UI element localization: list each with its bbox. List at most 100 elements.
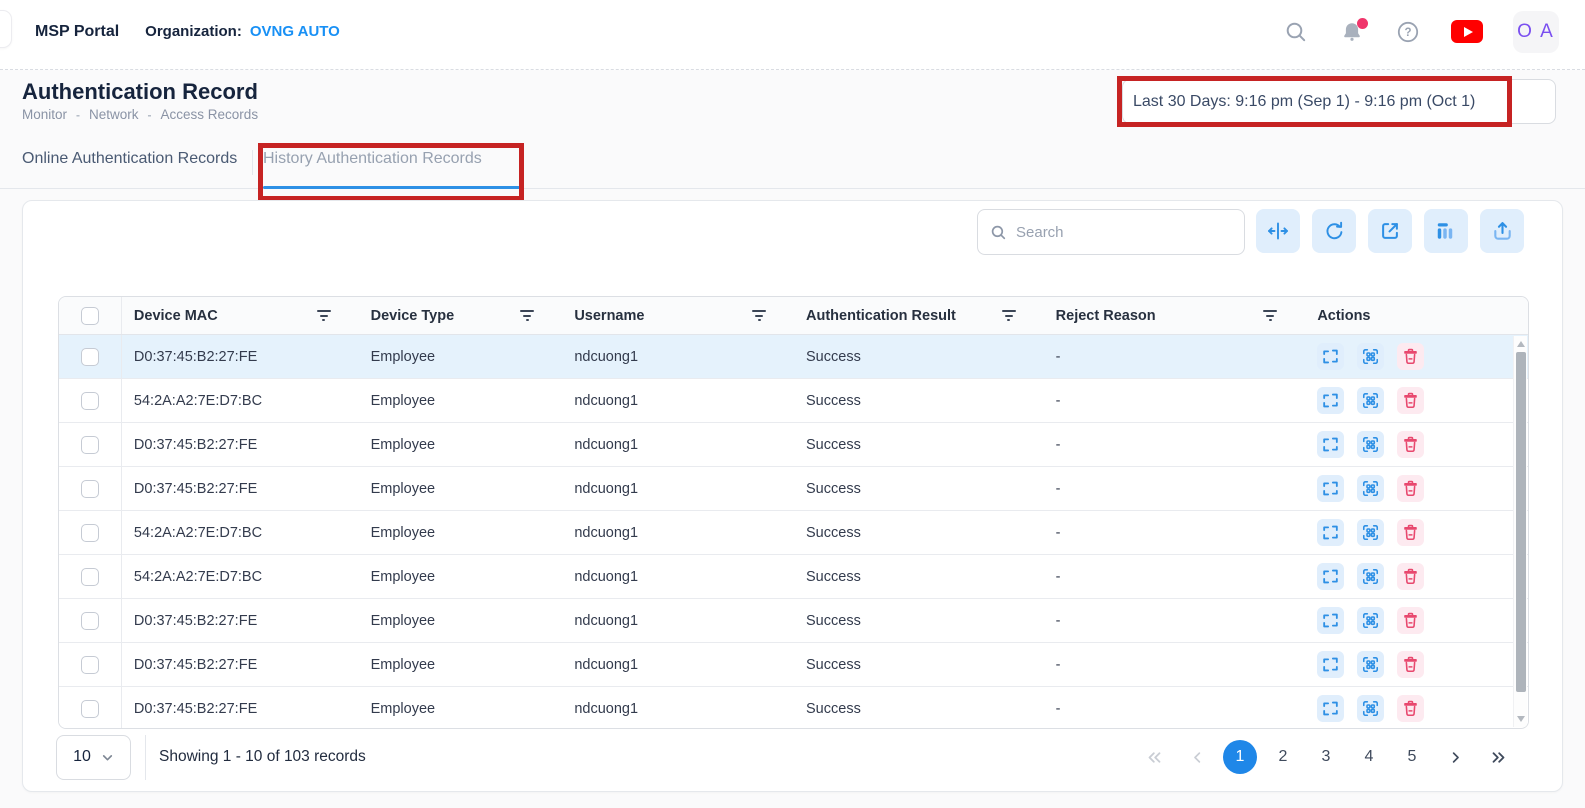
fullscreen-button[interactable] — [1317, 651, 1344, 678]
column-filter-icon[interactable] — [752, 310, 766, 321]
qr-details-button[interactable] — [1357, 431, 1384, 458]
cell-device-mac: D0:37:45:B2:27:FE — [122, 657, 359, 673]
first-page-button[interactable] — [1137, 740, 1171, 774]
row-checkbox[interactable] — [81, 348, 99, 366]
fullscreen-button[interactable] — [1317, 431, 1344, 458]
cell-username: ndcuong1 — [562, 437, 794, 453]
column-filter-icon[interactable] — [1263, 310, 1277, 321]
qr-details-button[interactable] — [1357, 563, 1384, 590]
cell-authentication-result: Success — [794, 393, 1044, 409]
notification-badge — [1357, 18, 1368, 29]
fullscreen-button[interactable] — [1317, 519, 1344, 546]
next-page-button[interactable] — [1438, 740, 1472, 774]
row-checkbox[interactable] — [81, 656, 99, 674]
last-page-button[interactable] — [1481, 740, 1515, 774]
delete-button[interactable] — [1397, 607, 1424, 634]
fullscreen-button[interactable] — [1317, 343, 1344, 370]
fullscreen-button[interactable] — [1317, 475, 1344, 502]
cell-actions — [1305, 519, 1528, 546]
tabbar-divider — [0, 188, 1585, 189]
row-checkbox[interactable] — [81, 436, 99, 454]
breadcrumb-access-records[interactable]: Access Records — [161, 107, 259, 122]
cell-actions — [1305, 387, 1528, 414]
delete-button[interactable] — [1397, 431, 1424, 458]
qr-details-button[interactable] — [1357, 475, 1384, 502]
qr-details-button[interactable] — [1357, 607, 1384, 634]
search-input-icon — [990, 224, 1007, 241]
authentication-records-table: Device MAC Device Type Username Authenti… — [58, 296, 1529, 729]
page-number-button[interactable]: 4 — [1352, 740, 1386, 774]
fullscreen-button[interactable] — [1317, 607, 1344, 634]
refresh-button[interactable] — [1312, 209, 1356, 253]
select-all-checkbox[interactable] — [81, 307, 99, 325]
qr-details-button[interactable] — [1357, 343, 1384, 370]
column-filter-icon[interactable] — [317, 310, 331, 321]
column-header: Reject Reason — [1044, 308, 1306, 324]
table-scrollbar[interactable] — [1513, 336, 1527, 727]
organization-value[interactable]: OVNG AUTO — [250, 23, 340, 40]
row-checkbox[interactable] — [81, 612, 99, 630]
row-checkbox[interactable] — [81, 524, 99, 542]
row-checkbox[interactable] — [81, 568, 99, 586]
scrollbar-thumb[interactable] — [1516, 352, 1526, 692]
prev-page-button[interactable] — [1180, 740, 1214, 774]
top-right-icons: ? O A — [1283, 11, 1559, 53]
delete-button[interactable] — [1397, 651, 1424, 678]
cell-username: ndcuong1 — [562, 613, 794, 629]
help-icon[interactable]: ? — [1395, 19, 1421, 45]
qr-details-button[interactable] — [1357, 651, 1384, 678]
qr-details-icon — [1361, 391, 1380, 410]
qr-details-button[interactable] — [1357, 695, 1384, 722]
scrollbar-down-icon[interactable] — [1514, 713, 1528, 725]
page-number-button[interactable]: 2 — [1266, 740, 1300, 774]
notification-bell-icon[interactable] — [1339, 19, 1365, 45]
export-button[interactable] — [1480, 209, 1524, 253]
date-range-picker[interactable]: Last 30 Days: 9:16 pm (Sep 1) - 9:16 pm … — [1122, 79, 1556, 124]
qr-details-button[interactable] — [1357, 387, 1384, 414]
cell-device-type: Employee — [359, 393, 563, 409]
breadcrumb-monitor[interactable]: Monitor — [22, 107, 67, 122]
row-checkbox[interactable] — [81, 700, 99, 718]
fullscreen-button[interactable] — [1317, 387, 1344, 414]
table-search — [977, 209, 1245, 255]
delete-button[interactable] — [1397, 343, 1424, 370]
delete-button[interactable] — [1397, 475, 1424, 502]
row-checkbox[interactable] — [81, 480, 99, 498]
qr-details-button[interactable] — [1357, 519, 1384, 546]
delete-button[interactable] — [1397, 695, 1424, 722]
scrollbar-up-icon[interactable] — [1514, 338, 1528, 350]
row-checkbox[interactable] — [81, 392, 99, 410]
resize-columns-button[interactable] — [1256, 209, 1300, 253]
fullscreen-button[interactable] — [1317, 563, 1344, 590]
delete-button[interactable] — [1397, 563, 1424, 590]
tab-online-authentication-records[interactable]: Online Authentication Records — [22, 150, 237, 168]
columns-settings-button[interactable] — [1424, 209, 1468, 253]
column-filter-icon[interactable] — [1002, 310, 1016, 321]
page-number-button-active[interactable]: 1 — [1223, 740, 1257, 774]
msp-portal-app: MSP Portal Organization: OVNG AUTO — [0, 0, 1585, 808]
delete-button[interactable] — [1397, 519, 1424, 546]
page-size-select[interactable]: 10 — [56, 735, 131, 780]
column-header: Username — [562, 308, 794, 324]
column-filter-icon[interactable] — [520, 310, 534, 321]
sidebar-toggle[interactable] — [0, 10, 12, 48]
search-icon[interactable] — [1283, 19, 1309, 45]
search-input[interactable] — [1016, 224, 1232, 241]
row-select-cell — [59, 379, 122, 422]
brand-msp-portal[interactable]: MSP Portal — [35, 23, 119, 41]
fullscreen-icon — [1321, 699, 1340, 718]
open-external-button[interactable] — [1368, 209, 1412, 253]
fullscreen-button[interactable] — [1317, 695, 1344, 722]
tab-history-authentication-records[interactable]: History Authentication Records — [263, 150, 482, 168]
delete-icon — [1401, 347, 1420, 366]
youtube-icon[interactable] — [1451, 19, 1483, 45]
cell-device-type: Employee — [359, 569, 563, 585]
page-number-button[interactable]: 3 — [1309, 740, 1343, 774]
breadcrumb-network[interactable]: Network — [89, 107, 139, 122]
delete-icon — [1401, 611, 1420, 630]
cell-username: ndcuong1 — [562, 525, 794, 541]
delete-button[interactable] — [1397, 387, 1424, 414]
pagination-bar: 10 Showing 1 - 10 of 103 records — [56, 732, 1529, 782]
avatar[interactable]: O A — [1513, 11, 1559, 53]
page-number-button[interactable]: 5 — [1395, 740, 1429, 774]
